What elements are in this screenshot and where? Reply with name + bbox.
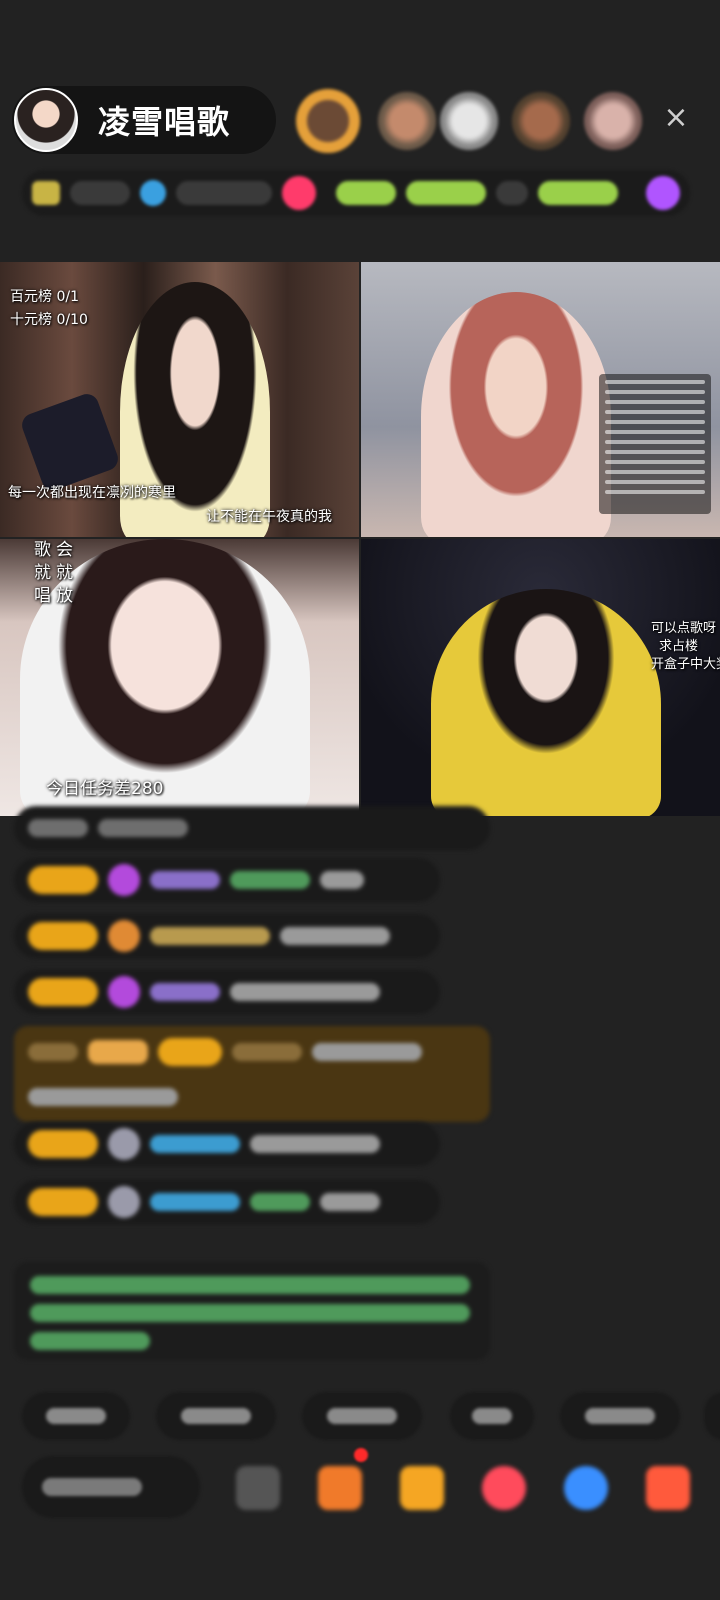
viewer-avatar[interactable]: [584, 92, 642, 150]
fan-badge: [28, 978, 98, 1006]
microphone: [18, 390, 122, 494]
gift-icon[interactable]: [646, 176, 680, 210]
stream-tile-4[interactable]: 可以点歌呀 求占楼 开盒子中大奖: [361, 539, 720, 816]
chat-message: [14, 806, 490, 850]
quick-reply-chip[interactable]: [560, 1392, 680, 1440]
vertical-caption: 会就放: [56, 540, 73, 606]
top-viewer-avatar[interactable]: [296, 89, 360, 153]
pink-badge-icon[interactable]: [282, 176, 316, 210]
room-tags-row[interactable]: [22, 170, 690, 216]
tag: [538, 181, 618, 205]
request-caption: 求占楼: [659, 639, 699, 654]
chat-message: [14, 970, 440, 1014]
level-icon: [32, 181, 60, 205]
tag: [406, 181, 486, 205]
host-info-pill[interactable]: 凌雪唱歌: [12, 86, 276, 154]
stream-tile-3[interactable]: 歌就唱 会就放 今日任务差280: [0, 539, 359, 816]
user-avatar: [108, 1186, 140, 1218]
user-level-icon: [108, 976, 140, 1008]
streamer-video: [431, 589, 661, 816]
tag: [336, 181, 396, 205]
emoji-icon[interactable]: [236, 1466, 280, 1510]
chat-message: [14, 914, 440, 958]
fan-badge: [28, 922, 98, 950]
fan-club-icon[interactable]: [482, 1466, 526, 1510]
stream-tile-2[interactable]: [361, 262, 720, 537]
room-notice: [14, 1262, 490, 1360]
host-avatar[interactable]: [14, 88, 78, 152]
gift-box-icon[interactable]: [400, 1466, 444, 1510]
host-name: 凌雪唱歌: [98, 103, 231, 141]
gift-icon[interactable]: [646, 1466, 690, 1510]
quick-reply-chip[interactable]: [302, 1392, 422, 1440]
stream-tile-1[interactable]: 百元榜 0/1 十元榜 0/10 每一次都出现在凛冽的寒里 让不能在午夜真的我: [0, 262, 359, 537]
tag: [70, 181, 130, 205]
chat-message: [14, 1180, 440, 1224]
activity-icon[interactable]: [318, 1466, 362, 1510]
blue-icon: [140, 180, 166, 206]
quick-reply-chip[interactable]: [22, 1392, 130, 1440]
request-caption: 可以点歌呀: [651, 621, 717, 636]
tag: [496, 181, 528, 205]
daily-task-label: 今日任务差280: [46, 779, 164, 799]
viewer-avatar[interactable]: [440, 92, 498, 150]
gift-message: [14, 1026, 490, 1122]
vertical-caption: 歌就唱: [34, 540, 51, 606]
fan-badge: [28, 866, 98, 894]
notification-dot: [354, 1448, 368, 1462]
fan-badge: [28, 1188, 98, 1216]
song-list-board: [599, 374, 711, 514]
user-level-icon: [108, 920, 140, 952]
user-level-icon: [108, 864, 140, 896]
streamer-video: [421, 292, 611, 537]
chat-input[interactable]: [22, 1456, 200, 1518]
rank-ten-label: 十元榜 0/10: [10, 312, 88, 328]
viewer-avatar[interactable]: [378, 92, 436, 150]
quick-reply-chip[interactable]: [450, 1392, 534, 1440]
share-icon[interactable]: [564, 1466, 608, 1510]
viewer-avatar[interactable]: [512, 92, 570, 150]
chat-message: [14, 1122, 440, 1166]
user-avatar: [108, 1128, 140, 1160]
fan-badge: [28, 1130, 98, 1158]
tag: [176, 181, 272, 205]
lyric-subtitle: 让不能在午夜真的我: [206, 509, 332, 525]
close-icon[interactable]: ×: [660, 102, 692, 134]
quick-reply-chip[interactable]: [156, 1392, 276, 1440]
lyric-subtitle: 每一次都出现在凛冽的寒里: [8, 485, 176, 501]
rank-hundred-label: 百元榜 0/1: [10, 289, 79, 305]
chat-message: [14, 858, 440, 902]
multi-stream-grid: 百元榜 0/1 十元榜 0/10 每一次都出现在凛冽的寒里 让不能在午夜真的我 …: [0, 262, 720, 816]
quick-reply-chip[interactable]: [704, 1392, 720, 1440]
request-caption: 开盒子中大奖: [651, 657, 720, 672]
